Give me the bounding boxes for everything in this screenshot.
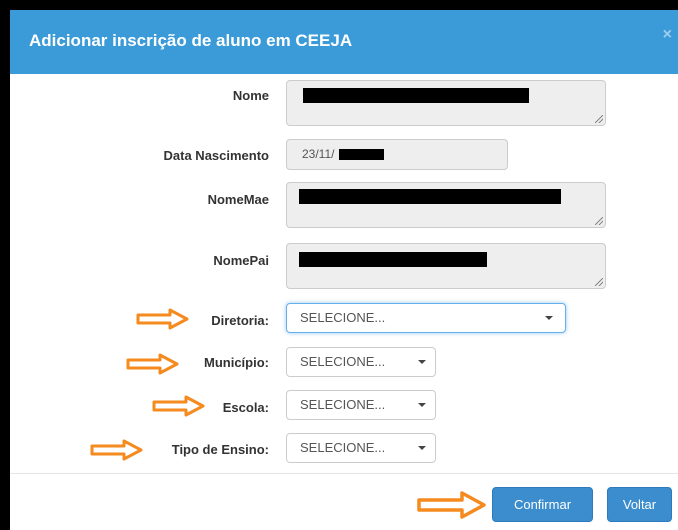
escola-label: Escola: bbox=[222, 400, 269, 415]
modal-title: Adicionar inscrição de aluno em CEEJA bbox=[29, 31, 353, 50]
dropdown-caret-icon bbox=[545, 316, 553, 320]
enrollment-modal: Adicionar inscrição de aluno em CEEJA × … bbox=[10, 10, 678, 530]
annotation-arrow-icon bbox=[136, 308, 189, 330]
nome-pai-field[interactable] bbox=[286, 243, 606, 289]
data-nascimento-label: Data Nascimento bbox=[163, 148, 269, 163]
diretoria-value: SELECIONE... bbox=[300, 310, 386, 325]
escola-value: SELECIONE... bbox=[300, 397, 386, 412]
confirm-button[interactable]: Confirmar bbox=[492, 487, 593, 522]
back-button[interactable]: Voltar bbox=[607, 487, 672, 522]
annotation-arrow-icon bbox=[126, 353, 179, 375]
escola-select[interactable]: SELECIONE... bbox=[286, 390, 436, 420]
dropdown-caret-icon bbox=[418, 403, 426, 407]
nome-field[interactable] bbox=[286, 80, 606, 126]
redaction-bar bbox=[339, 149, 384, 160]
resize-grip-icon[interactable] bbox=[595, 278, 603, 286]
municipio-label: Município: bbox=[204, 355, 269, 370]
data-nascimento-field[interactable]: 23/11/ bbox=[286, 139, 508, 170]
redaction-bar bbox=[299, 252, 487, 267]
annotation-arrow-icon bbox=[417, 491, 486, 519]
tipo-ensino-value: SELECIONE... bbox=[300, 440, 386, 455]
tipo-ensino-label: Tipo de Ensino: bbox=[171, 442, 269, 457]
redaction-bar bbox=[299, 189, 561, 204]
dropdown-caret-icon bbox=[418, 446, 426, 450]
resize-grip-icon[interactable] bbox=[595, 217, 603, 225]
nome-mae-field[interactable] bbox=[286, 182, 606, 228]
modal-header: Adicionar inscrição de aluno em CEEJA × bbox=[10, 10, 678, 74]
diretoria-label: Diretoria: bbox=[211, 313, 269, 328]
tipo-ensino-select[interactable]: SELECIONE... bbox=[286, 433, 436, 463]
redaction-bar bbox=[303, 88, 529, 103]
resize-grip-icon[interactable] bbox=[595, 115, 603, 123]
municipio-select[interactable]: SELECIONE... bbox=[286, 347, 436, 377]
nome-mae-label: NomeMae bbox=[207, 192, 269, 207]
diretoria-select[interactable]: SELECIONE... bbox=[286, 303, 566, 333]
footer-divider bbox=[10, 473, 678, 474]
nome-label: Nome bbox=[232, 88, 269, 103]
close-icon[interactable]: × bbox=[663, 26, 672, 44]
nome-pai-label: NomePai bbox=[213, 253, 269, 268]
data-nascimento-value: 23/11/ bbox=[302, 147, 335, 161]
municipio-value: SELECIONE... bbox=[300, 354, 386, 369]
annotation-arrow-icon bbox=[152, 395, 205, 417]
dropdown-caret-icon bbox=[418, 360, 426, 364]
annotation-arrow-icon bbox=[90, 439, 143, 461]
